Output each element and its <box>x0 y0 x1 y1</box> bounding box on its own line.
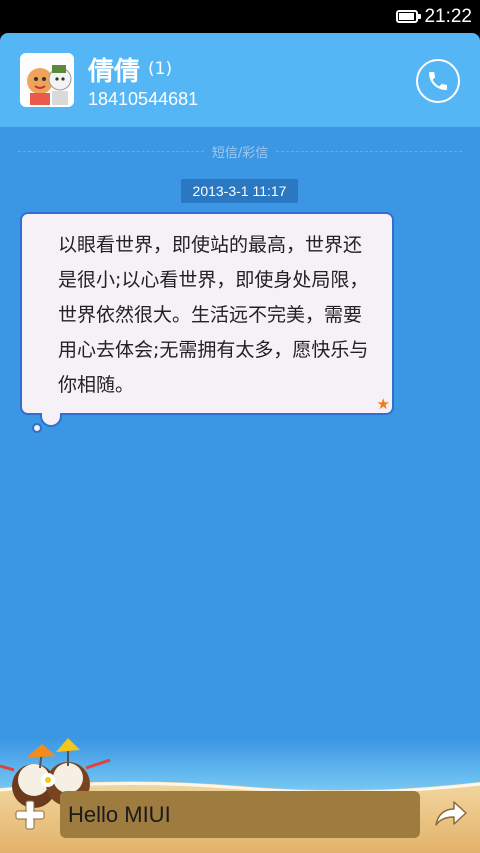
divider-label: 短信/彩信 <box>211 145 269 161</box>
conversation-header: 倩倩 (1) 18410544681 <box>0 33 480 127</box>
divider-line-left <box>18 150 204 152</box>
message-timestamp: 2013-3-1 11:17 <box>181 179 298 203</box>
plus-icon[interactable] <box>14 799 46 831</box>
call-button[interactable] <box>416 59 460 103</box>
status-time: 21:22 <box>424 5 472 27</box>
conversation-screen: 倩倩 (1) 18410544681 短信/彩信 2013-3-1 11:17 … <box>0 33 480 853</box>
contact-phone-number: 18410544681 <box>88 89 199 109</box>
unread-count: (1) <box>148 59 173 79</box>
message-bubble[interactable]: 以眼看世界，即使站的最高，世界还是很小;以心看世界，即使身处局限，世界依然很大。… <box>20 212 394 415</box>
bubble-tail-dot <box>32 423 42 433</box>
message-input[interactable]: Hello MIUI <box>60 791 420 838</box>
message-type-divider: 短信/彩信 <box>18 141 463 161</box>
composer-bar: Hello MIUI <box>0 781 480 853</box>
bubble-tail <box>40 413 62 427</box>
send-arrow-icon[interactable] <box>432 799 468 831</box>
star-icon: ★ <box>376 395 390 413</box>
status-bar: 21:22 <box>0 0 480 33</box>
battery-level <box>399 13 414 20</box>
contact-name: 倩倩 <box>88 57 141 87</box>
phone-icon <box>429 72 447 90</box>
message-text: 以眼看世界，即使站的最高，世界还是很小;以心看世界，即使身处局限，世界依然很大。… <box>58 234 369 396</box>
divider-line-right <box>276 150 463 152</box>
contact-avatar[interactable] <box>20 53 74 107</box>
battery-icon <box>396 10 422 23</box>
